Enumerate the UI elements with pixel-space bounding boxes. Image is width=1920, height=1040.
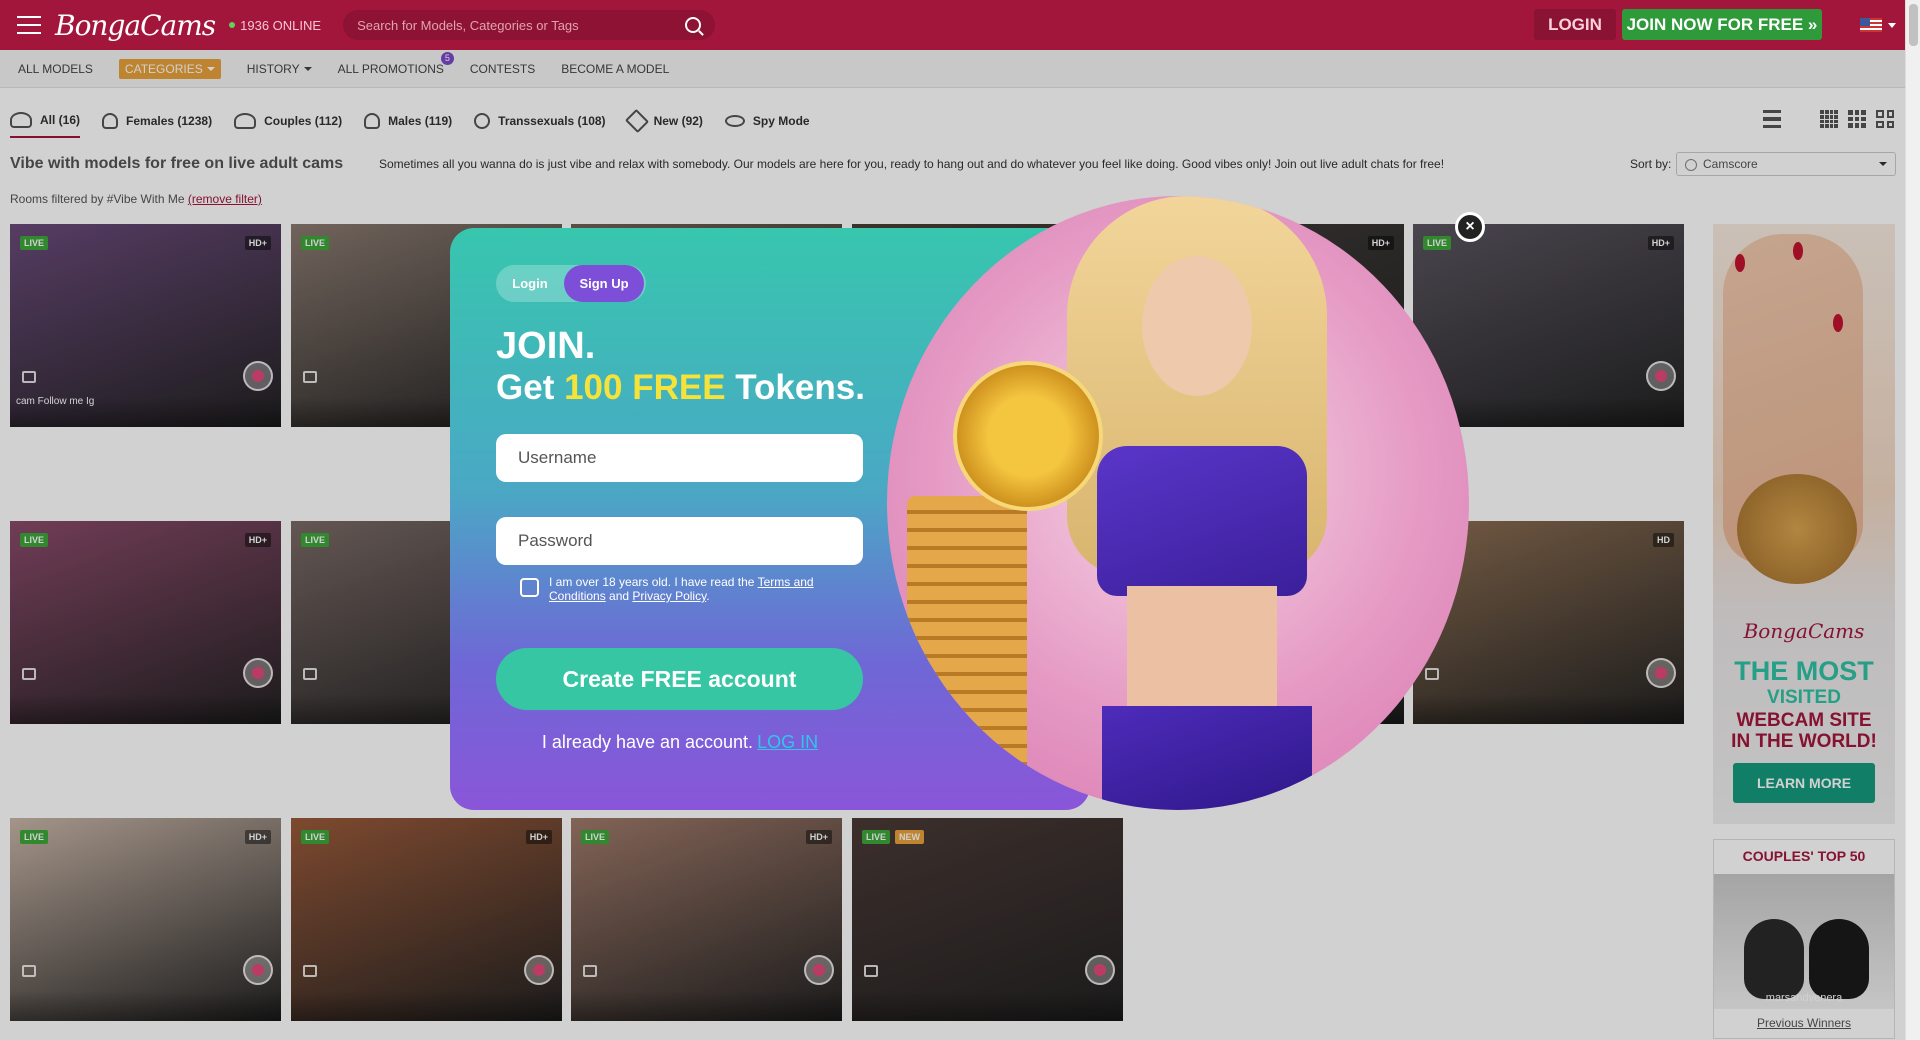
model-top <box>1097 446 1307 596</box>
close-icon[interactable]: × <box>1455 212 1485 242</box>
scrollbar[interactable] <box>1905 0 1920 1040</box>
online-count: 1936 ONLINE <box>229 18 321 33</box>
top-bar: BongaCams 1936 ONLINE <box>0 0 1905 50</box>
search-input[interactable] <box>357 17 686 33</box>
join-button[interactable]: JOIN NOW FOR FREE » <box>1622 9 1822 40</box>
tab-signup[interactable]: Sign Up <box>564 265 644 302</box>
username-input[interactable] <box>518 448 841 468</box>
agree-checkbox[interactable] <box>520 578 539 597</box>
age-agreement: I am over 18 years old. I have read the … <box>520 575 830 603</box>
bongacams-coin-icon <box>953 361 1103 511</box>
agreement-text: I am over 18 years old. I have read the … <box>549 575 814 603</box>
tab-login[interactable]: Login <box>496 276 564 291</box>
already-have-account: I already have an account. LOG IN <box>541 732 819 752</box>
coin-stack-image <box>907 496 1027 810</box>
privacy-link[interactable]: Privacy Policy <box>632 589 706 603</box>
scrollbar-thumb[interactable] <box>1909 4 1918 46</box>
search-icon[interactable] <box>685 17 702 33</box>
search-box[interactable] <box>343 10 716 40</box>
create-account-button[interactable]: Create FREE account <box>496 648 863 710</box>
login-button[interactable]: LOGIN <box>1534 9 1616 40</box>
promo-model-image <box>887 196 1469 810</box>
model-pants <box>1102 706 1312 810</box>
model-body <box>1127 586 1277 716</box>
us-flag-icon[interactable] <box>1860 18 1882 32</box>
modal-subtitle: Get 100 FREE Tokens. <box>496 368 865 407</box>
online-dot-icon <box>229 22 236 28</box>
password-field[interactable] <box>496 517 863 565</box>
logo[interactable]: BongaCams <box>55 9 216 42</box>
menu-icon[interactable] <box>17 16 41 34</box>
username-field[interactable] <box>496 434 863 482</box>
model-figure <box>1067 196 1327 810</box>
chevron-down-icon[interactable] <box>1888 23 1896 28</box>
modal-title: JOIN. <box>496 325 596 367</box>
password-input[interactable] <box>518 531 841 551</box>
auth-switch: Login Sign Up <box>496 265 646 302</box>
log-in-link[interactable]: LOG IN <box>757 732 818 752</box>
model-face <box>1142 256 1252 396</box>
